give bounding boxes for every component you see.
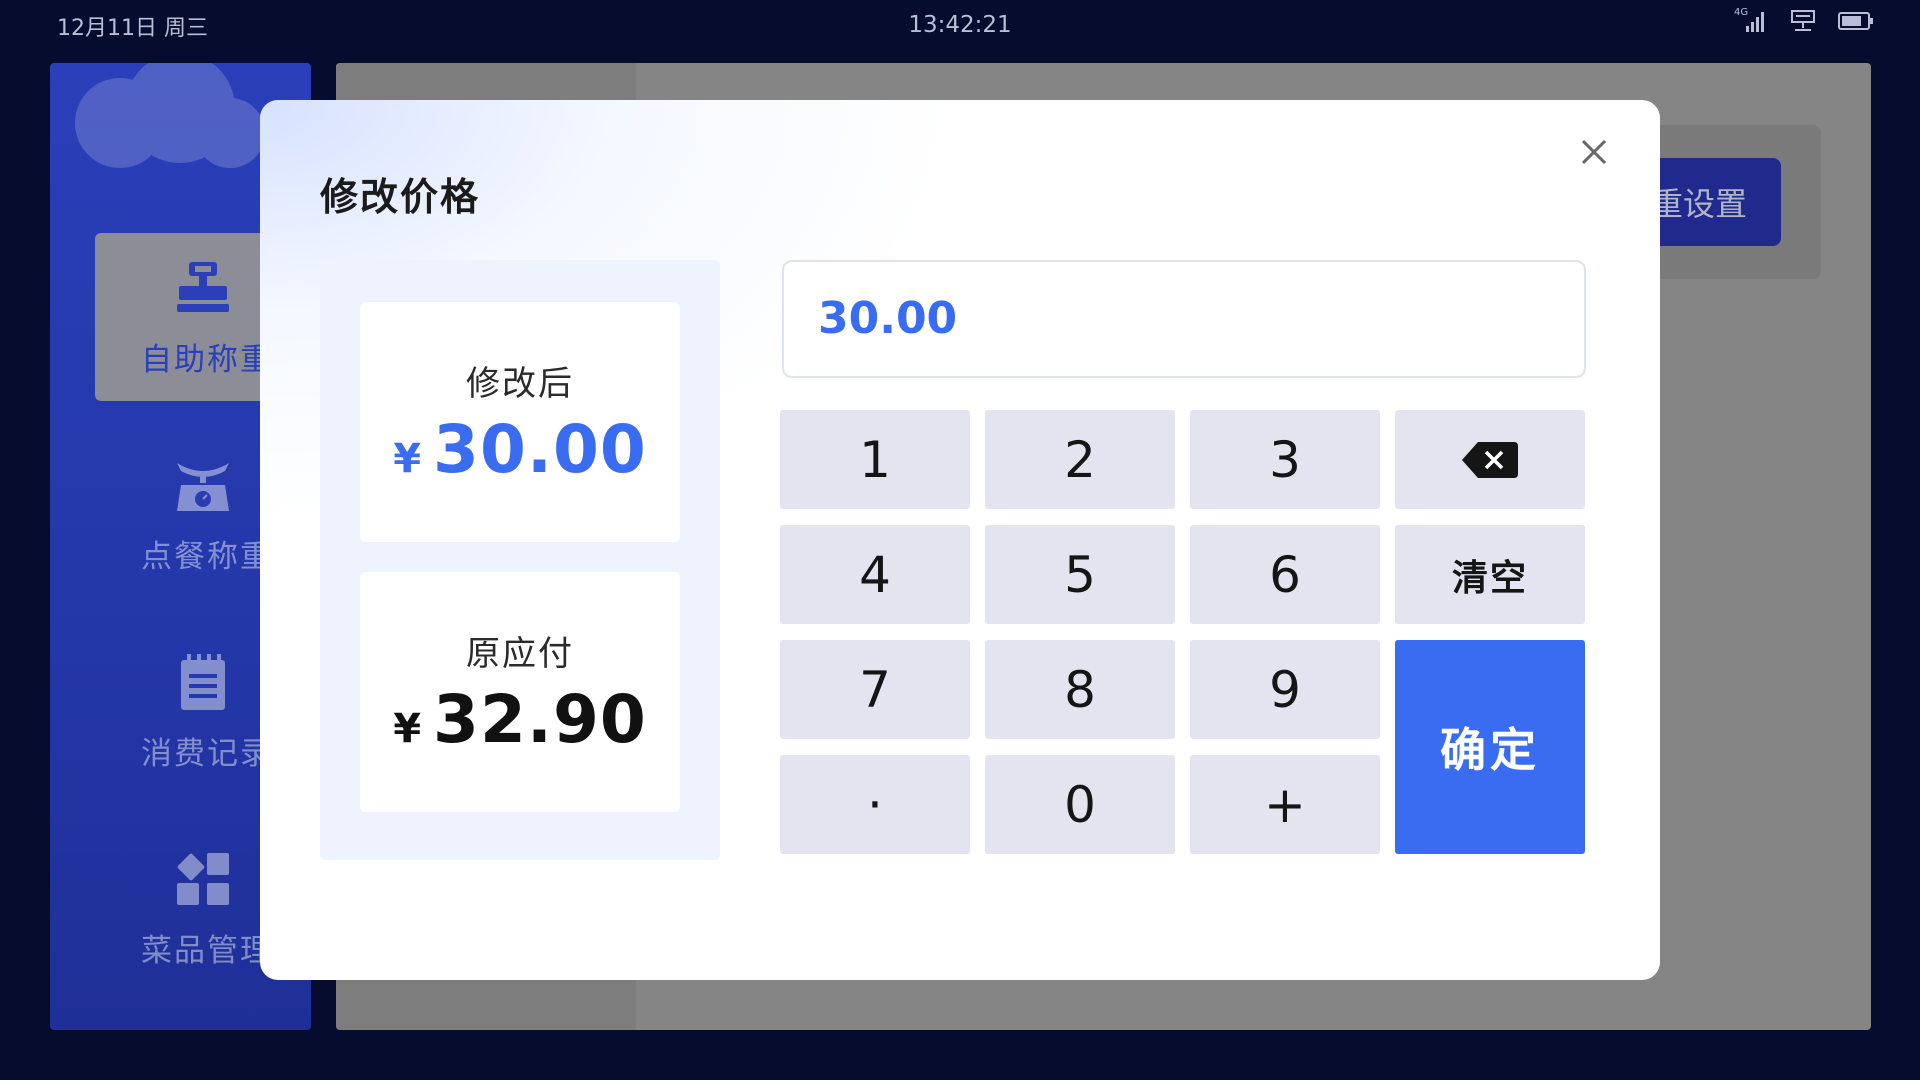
close-button[interactable]	[1572, 130, 1616, 174]
confirm-button[interactable]: 确定	[1395, 640, 1585, 854]
key-dot[interactable]: ·	[780, 755, 970, 854]
currency-symbol: ¥	[393, 436, 422, 482]
original-price-value: ¥ 32.90	[393, 681, 647, 758]
screen: 12月11日 周三 13:42:21 4G 自助称重 点餐称重 消费记录 菜品管…	[0, 0, 1920, 1080]
signal-icon: 4G	[1734, 8, 1768, 34]
key-7[interactable]: 7	[780, 640, 970, 739]
clear-button[interactable]: 清空	[1395, 525, 1585, 624]
dialog-title: 修改价格	[320, 175, 481, 219]
key-5[interactable]: 5	[985, 525, 1175, 624]
key-3[interactable]: 3	[1190, 410, 1380, 509]
original-price-amount: 32.90	[433, 681, 647, 758]
modify-price-dialog: 修改价格 修改后 ¥ 30.00 原应付 ¥ 32.90 30.00 1 2 3…	[260, 100, 1660, 980]
sidebar-item-label: 点餐称重	[141, 538, 273, 575]
key-8[interactable]: 8	[985, 640, 1175, 739]
key-0[interactable]: 0	[985, 755, 1175, 854]
modified-price-value: ¥ 30.00	[393, 411, 647, 488]
price-summary-panel: 修改后 ¥ 30.00 原应付 ¥ 32.90	[320, 260, 720, 860]
numeric-keypad: 1 2 3 4 5 6 清空 7 8 9 确定 · 0 +	[780, 410, 1590, 855]
close-icon	[1581, 139, 1607, 165]
original-price-label: 原应付	[466, 634, 574, 674]
key-6[interactable]: 6	[1190, 525, 1380, 624]
backspace-icon	[1462, 441, 1518, 478]
key-1[interactable]: 1	[780, 410, 970, 509]
price-input[interactable]: 30.00	[782, 260, 1586, 378]
modified-price-card: 修改后 ¥ 30.00	[360, 302, 680, 542]
ethernet-icon	[1790, 8, 1816, 34]
currency-symbol: ¥	[393, 706, 422, 752]
sidebar-item-label: 菜品管理	[141, 932, 273, 969]
status-icons: 4G	[1734, 8, 1874, 34]
modified-price-amount: 30.00	[433, 411, 647, 488]
key-4[interactable]: 4	[780, 525, 970, 624]
modified-price-label: 修改后	[466, 364, 574, 404]
notepad-icon	[181, 653, 225, 710]
original-price-card: 原应付 ¥ 32.90	[360, 572, 680, 812]
status-time: 13:42:21	[908, 12, 1012, 38]
weight-setting-label: 重设置	[1650, 185, 1747, 223]
status-bar: 12月11日 周三 13:42:21 4G	[0, 0, 1920, 52]
key-9[interactable]: 9	[1190, 640, 1380, 739]
scale-icon	[177, 462, 229, 511]
cloud-decoration-icon	[75, 63, 260, 168]
key-plus[interactable]: +	[1190, 755, 1380, 854]
key-2[interactable]: 2	[985, 410, 1175, 509]
sidebar-item-label: 自助称重	[141, 341, 273, 378]
battery-icon	[1838, 10, 1874, 32]
backspace-key[interactable]	[1395, 410, 1585, 509]
cash-register-icon	[177, 261, 229, 312]
sidebar-item-label: 消费记录	[141, 735, 273, 772]
grid-apps-icon	[177, 852, 229, 905]
